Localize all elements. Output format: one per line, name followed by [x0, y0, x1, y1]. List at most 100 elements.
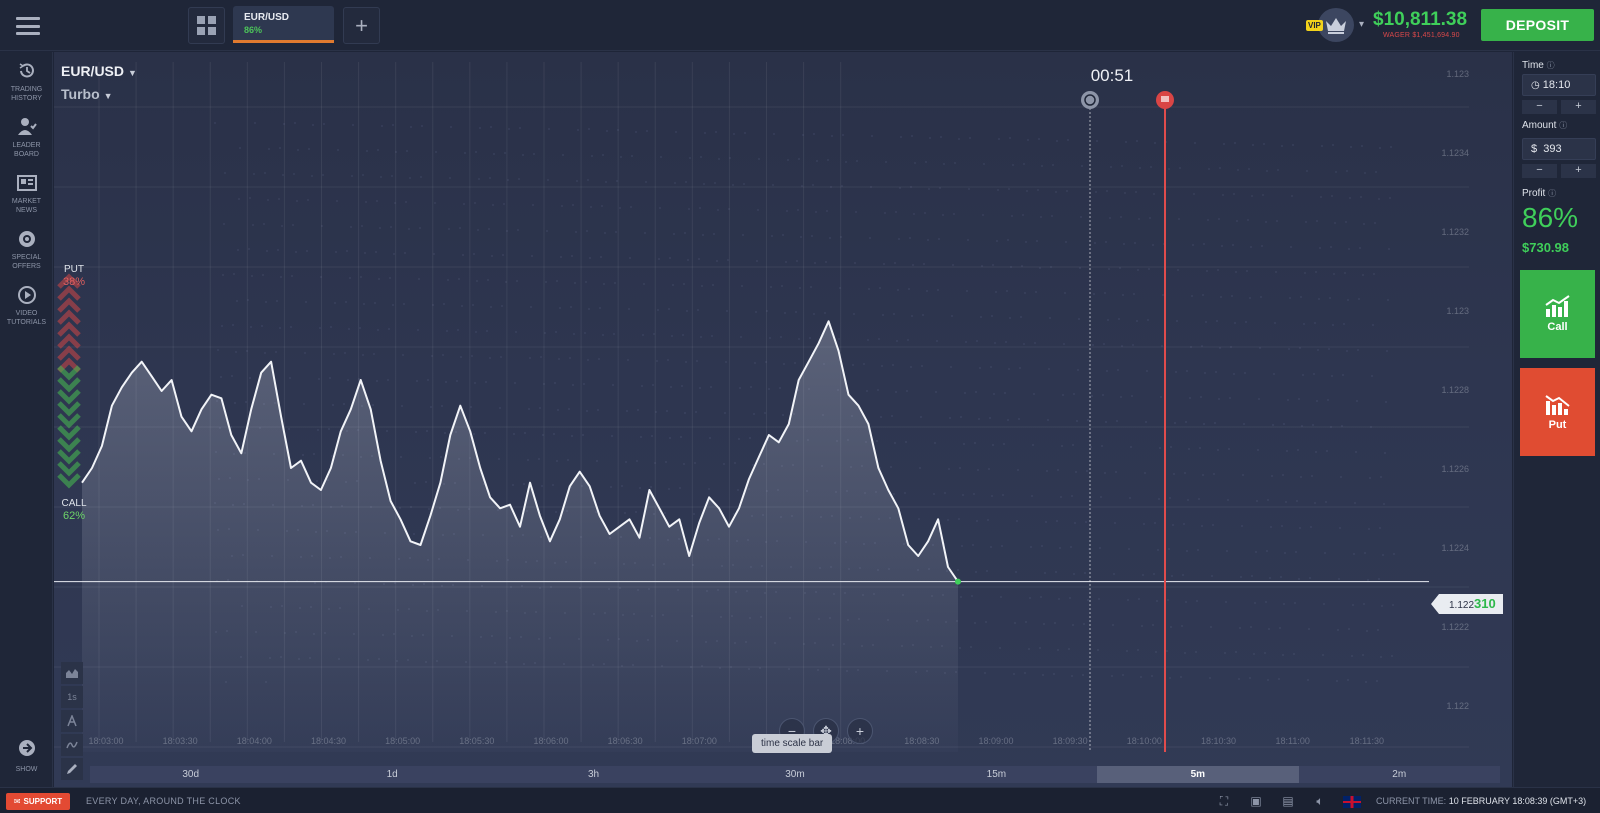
support-button[interactable]: ✉ SUPPORT — [6, 793, 70, 810]
y-tick-label: 1.122 — [1446, 701, 1469, 711]
balance-dropdown-icon[interactable]: ▾ — [1359, 19, 1364, 30]
zoom-in-button[interactable]: + — [847, 718, 873, 744]
map-dot — [1345, 221, 1347, 223]
pencil-icon[interactable] — [61, 758, 83, 780]
map-dot — [1225, 601, 1227, 603]
map-dot — [596, 460, 598, 462]
hamburger-menu-icon[interactable] — [14, 14, 42, 38]
map-dot — [683, 283, 685, 285]
map-dot — [1239, 627, 1241, 629]
chart-type-icon[interactable] — [61, 662, 83, 684]
price-chart[interactable]: 18:03:0018:03:3018:04:0018:04:3018:05:00… — [54, 52, 1512, 787]
map-dot — [904, 492, 906, 494]
map-dot — [1365, 681, 1367, 683]
asset-pair-selector[interactable]: EUR/USD ▼ — [61, 63, 137, 79]
sidebar-item-leader-board[interactable]: LEADER BOARD — [0, 116, 53, 159]
timescale-option-15m[interactable]: 15m — [896, 766, 1097, 783]
map-dot — [1041, 165, 1043, 167]
sidebar-item-trading-history[interactable]: TRADING HISTORY — [0, 60, 53, 103]
map-dot — [1346, 350, 1348, 352]
map-dot — [1184, 652, 1186, 654]
map-dot — [960, 596, 962, 598]
map-dot — [713, 233, 715, 235]
amount-field[interactable]: $ 393 — [1522, 138, 1596, 160]
map-dot — [1202, 474, 1204, 476]
time-label: Time ⓘ — [1522, 60, 1555, 71]
map-dot — [1249, 297, 1251, 299]
map-dot — [645, 181, 647, 183]
put-button[interactable]: Put — [1520, 368, 1595, 456]
time-scale-bar: 30d 1d 3h 30m 15m 5m 2m — [90, 766, 1500, 783]
map-dot — [1170, 626, 1172, 628]
time-minus-button[interactable]: − — [1522, 100, 1557, 114]
map-dot — [877, 389, 879, 391]
map-dot — [885, 161, 887, 163]
map-dot — [1167, 599, 1169, 601]
map-dot — [1020, 316, 1022, 318]
deposit-button[interactable]: DEPOSIT — [1481, 9, 1594, 41]
profit-value: $730.98 — [1522, 240, 1569, 255]
map-dot — [727, 259, 729, 261]
amount-minus-button[interactable]: − — [1522, 164, 1557, 178]
asset-tab-eurusd[interactable]: EUR/USD 86% — [233, 6, 334, 43]
timeframe-button[interactable]: 1s — [61, 686, 83, 708]
y-tick-label: 1.123 — [1446, 69, 1469, 79]
map-dot — [292, 224, 294, 226]
map-dot — [488, 228, 490, 230]
map-dot — [685, 361, 687, 363]
map-dot — [1342, 374, 1344, 376]
map-dot — [652, 384, 654, 386]
map-dot — [475, 331, 477, 333]
map-dot — [1328, 348, 1330, 350]
timescale-option-3h[interactable]: 3h — [493, 766, 694, 783]
add-tab-button[interactable]: + — [343, 7, 380, 44]
map-dot — [402, 354, 404, 356]
map-dot — [809, 337, 811, 339]
map-dot — [1055, 191, 1057, 193]
map-dot — [610, 486, 612, 488]
layout-icon[interactable]: ▣ — [1247, 793, 1265, 809]
expiry-time-field[interactable]: ◷ 18:10 — [1522, 74, 1596, 96]
sound-icon[interactable]: 🔈︎ — [1311, 793, 1329, 809]
sidebar-item-video-tutorials[interactable]: VIDEO TUTORIALS — [0, 284, 53, 327]
map-dot — [674, 182, 676, 184]
chart-area[interactable]: 18:03:0018:03:3018:04:0018:04:3018:05:00… — [54, 52, 1512, 787]
sidebar-item-special-offers[interactable]: SPECIAL OFFERS — [0, 228, 53, 271]
option-mode-selector[interactable]: Turbo ▼ — [61, 86, 113, 102]
fullscreen-icon[interactable]: ⛶ — [1215, 793, 1233, 809]
timescale-option-30m[interactable]: 30m — [694, 766, 895, 783]
timescale-option-5m[interactable]: 5m — [1097, 766, 1299, 783]
account-balance[interactable]: $10,811.38 — [1373, 9, 1467, 31]
map-dot — [642, 334, 644, 336]
map-dot — [1145, 421, 1147, 423]
map-dot — [1000, 596, 1002, 598]
map-dot — [979, 367, 981, 369]
trend-icon[interactable] — [61, 734, 83, 756]
map-dot — [1109, 217, 1111, 219]
show-sidebar-button[interactable]: SHOW — [0, 738, 53, 773]
map-dot — [1070, 546, 1072, 548]
grid-layout-button[interactable] — [188, 7, 225, 44]
book-icon[interactable]: ▤ — [1279, 793, 1297, 809]
map-dot — [1291, 195, 1293, 197]
map-dot — [800, 236, 802, 238]
map-dot — [1228, 448, 1230, 450]
vip-status[interactable]: VIP — [1304, 8, 1354, 42]
timescale-option-30d[interactable]: 30d — [90, 766, 291, 783]
map-dot — [601, 205, 603, 207]
time-plus-button[interactable]: + — [1561, 100, 1596, 114]
map-dot — [1312, 424, 1314, 426]
expiry-countdown: 00:51 — [1090, 66, 1134, 85]
map-dot — [779, 387, 781, 389]
map-dot — [478, 178, 480, 180]
amount-plus-button[interactable]: + — [1561, 164, 1596, 178]
map-dot — [1314, 502, 1316, 504]
map-dot — [1175, 371, 1177, 373]
sidebar-item-market-news[interactable]: MARKET NEWS — [0, 172, 53, 215]
language-flag-icon[interactable] — [1343, 793, 1361, 809]
timescale-option-1d[interactable]: 1d — [291, 766, 492, 783]
indicator-icon[interactable] — [61, 710, 83, 732]
map-dot — [673, 233, 675, 235]
timescale-option-2m[interactable]: 2m — [1299, 766, 1500, 783]
call-button[interactable]: Call — [1520, 270, 1595, 358]
